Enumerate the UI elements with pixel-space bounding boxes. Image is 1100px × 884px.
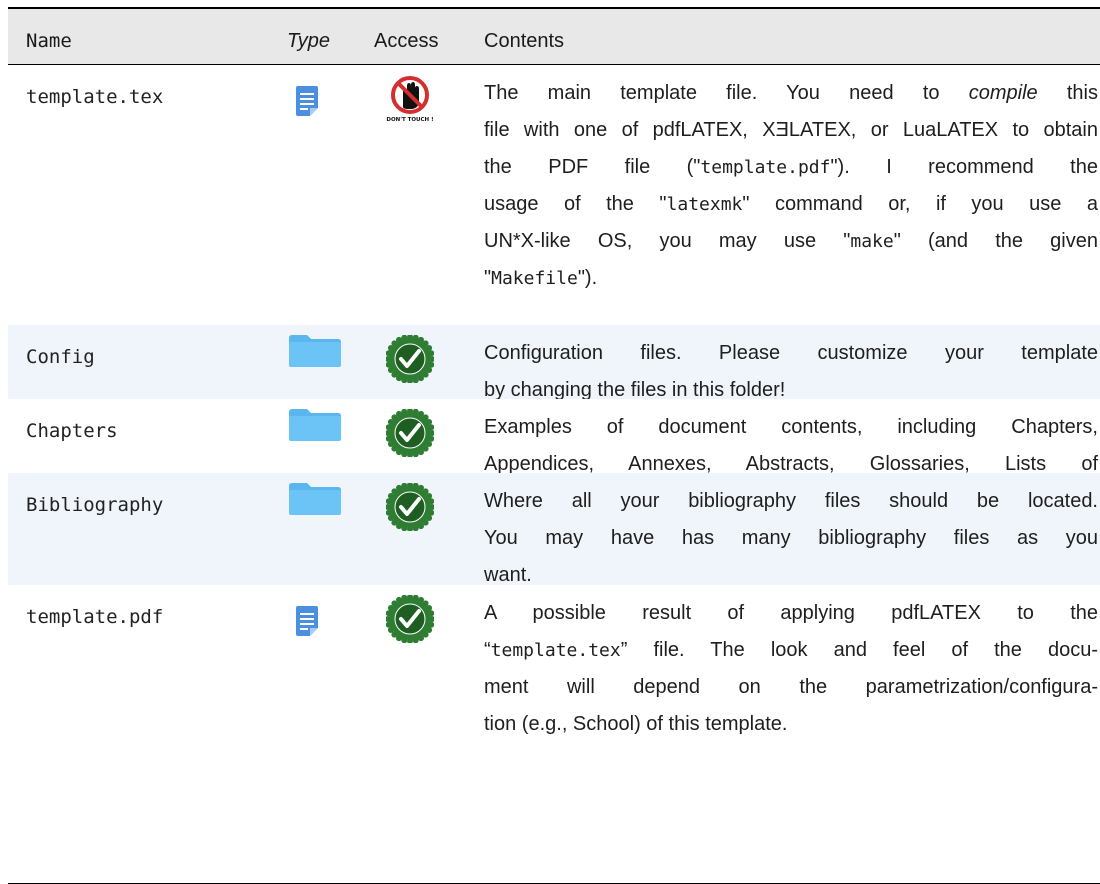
allowed-access-icon <box>385 334 435 384</box>
table-row: template.tex DON'T TOUCH ! The main templa… <box>8 65 1100 325</box>
table-row: Config Configuration files. Please custom… <box>8 325 1100 401</box>
header-type: Type <box>287 30 330 52</box>
description-line: “template.tex” file. The look and feel o… <box>484 639 1098 661</box>
folder-icon <box>289 335 341 367</box>
row-description: The main template file. You need to comp… <box>484 75 1098 297</box>
header-contents: Contents <box>484 30 565 52</box>
row-description: Where all your bibliography files should… <box>484 483 1098 594</box>
description-line: "Makefile"). <box>484 267 598 289</box>
description-line: The main template file. You need to comp… <box>484 82 1098 104</box>
description-line: UN*X-like OS, you may use "make" (and th… <box>484 230 1098 252</box>
description-line: file with one of pdfLATEX, XƎLATEX, or L… <box>484 119 1098 141</box>
file-name[interactable]: Chapters <box>26 420 118 442</box>
description-line: the PDF file ("template.pdf"). I recomme… <box>484 156 1098 178</box>
file-name[interactable]: Config <box>26 346 95 368</box>
description-line: usage of the "latexmk" command or, if yo… <box>484 193 1098 215</box>
table-row: template.pdf A possible result of applyin… <box>8 585 1100 883</box>
row-description: A possible result of applying pdfLATEX t… <box>484 595 1098 743</box>
header-access: Access <box>374 30 439 52</box>
document-icon <box>296 606 318 636</box>
folder-icon <box>289 483 341 515</box>
allowed-access-icon <box>385 408 435 458</box>
header-name: Name <box>26 30 72 52</box>
folder-icon <box>289 409 341 441</box>
description-line: Configuration files. Please customize yo… <box>484 342 1098 364</box>
table-header: Name Type Access Contents <box>8 9 1100 64</box>
description-line: tion (e.g., School) of this template. <box>484 713 788 735</box>
file-name[interactable]: template.pdf <box>26 606 163 628</box>
row-description: Configuration files. Please customize yo… <box>484 335 1098 409</box>
dont-touch-icon: DON'T TOUCH ! <box>386 75 434 123</box>
description-line: A possible result of applying pdfLATEX t… <box>484 602 1098 624</box>
allowed-access-icon <box>385 594 435 644</box>
file-name[interactable]: template.tex <box>26 86 163 108</box>
svg-text:DON'T TOUCH !: DON'T TOUCH ! <box>386 117 433 123</box>
description-line: Where all your bibliography files should… <box>484 490 1098 512</box>
table-row: Chapters Examples of document contents, i… <box>8 399 1100 512</box>
description-line: You may have has many bibliography files… <box>484 527 1098 549</box>
description-line: Examples of document contents, including… <box>484 416 1098 438</box>
table-row: Bibliography Where all your bibliography … <box>8 473 1100 586</box>
allowed-access-icon <box>385 482 435 532</box>
description-line: ment will depend on the parametrization/… <box>484 676 1098 698</box>
document-icon <box>296 86 318 116</box>
file-name[interactable]: Bibliography <box>26 494 163 516</box>
